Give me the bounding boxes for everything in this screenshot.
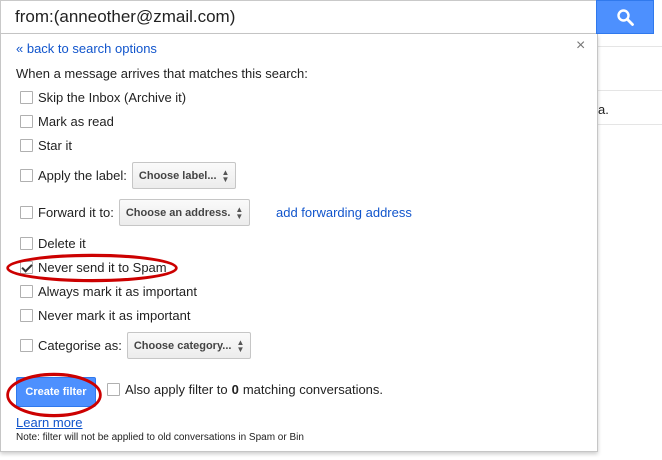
option-label: Apply the label: [38,168,127,183]
option-label: Mark as read [38,114,114,129]
option-star-it[interactable]: Star it [20,138,72,153]
checkbox[interactable] [20,237,33,250]
list-divider [598,124,662,125]
search-button[interactable] [596,0,654,34]
option-forward-it[interactable]: Forward it to: Choose an address. ▲ ▼ [20,199,251,226]
filter-note: Note: filter will not be applied to old … [16,432,304,443]
list-divider [598,46,662,47]
option-never-important[interactable]: Never mark it as important [20,308,190,323]
add-forwarding-address-link[interactable]: add forwarding address [276,205,412,220]
option-label: Always mark it as important [38,284,197,299]
option-categorise[interactable]: Categorise as: Choose category... ▲ ▼ [20,332,252,359]
close-icon[interactable]: × [576,37,585,55]
checkbox[interactable] [20,206,33,219]
checkbox[interactable] [20,309,33,322]
option-label: Categorise as: [38,338,122,353]
option-label: Forward it to: [38,205,114,220]
background-snippet: a. [598,102,609,117]
option-always-important[interactable]: Always mark it as important [20,284,197,299]
checkbox[interactable] [20,139,33,152]
option-label: Star it [38,138,72,153]
learn-more-link[interactable]: Learn more [16,415,82,430]
checkbox[interactable] [107,383,120,396]
checkbox[interactable] [20,339,33,352]
filter-panel: « back to search options × When a messag… [0,34,598,452]
list-divider [598,90,662,91]
choose-address-select[interactable]: Choose an address. ▲ ▼ [118,199,251,226]
updown-arrows-icon: ▲ ▼ [235,204,244,221]
search-box[interactable]: from:(anneother@zmail.com) [0,0,596,34]
option-label: Skip the Inbox (Archive it) [38,90,187,105]
option-label: Never mark it as important [38,308,191,323]
checkbox[interactable] [20,91,33,104]
checkbox[interactable] [20,169,33,182]
search-input[interactable]: from:(anneother@zmail.com) [15,7,235,27]
option-never-spam[interactable]: Never send it to Spam [20,260,167,275]
choose-category-select[interactable]: Choose category... ▲ ▼ [126,332,252,359]
updown-arrows-icon: ▲ ▼ [221,167,230,184]
option-mark-as-read[interactable]: Mark as read [20,114,114,129]
option-label: Never send it to Spam [38,260,167,275]
choose-label-select[interactable]: Choose label... ▲ ▼ [131,162,237,189]
also-apply-option[interactable]: Also apply filter to 0 matching conversa… [107,382,383,397]
option-label: Delete it [38,236,86,251]
checkbox[interactable] [20,285,33,298]
search-icon [616,8,634,26]
matching-count: 0 [231,382,239,397]
create-filter-button[interactable]: Create filter [16,377,96,407]
checkbox-checked[interactable] [20,261,33,274]
option-skip-inbox[interactable]: Skip the Inbox (Archive it) [20,90,186,105]
back-to-search-options-link[interactable]: « back to search options [16,41,157,56]
filter-intro: When a message arrives that matches this… [16,66,308,81]
option-delete-it[interactable]: Delete it [20,236,86,251]
option-apply-label[interactable]: Apply the label: Choose label... ▲ ▼ [20,162,237,189]
checkbox[interactable] [20,115,33,128]
updown-arrows-icon: ▲ ▼ [236,337,245,354]
